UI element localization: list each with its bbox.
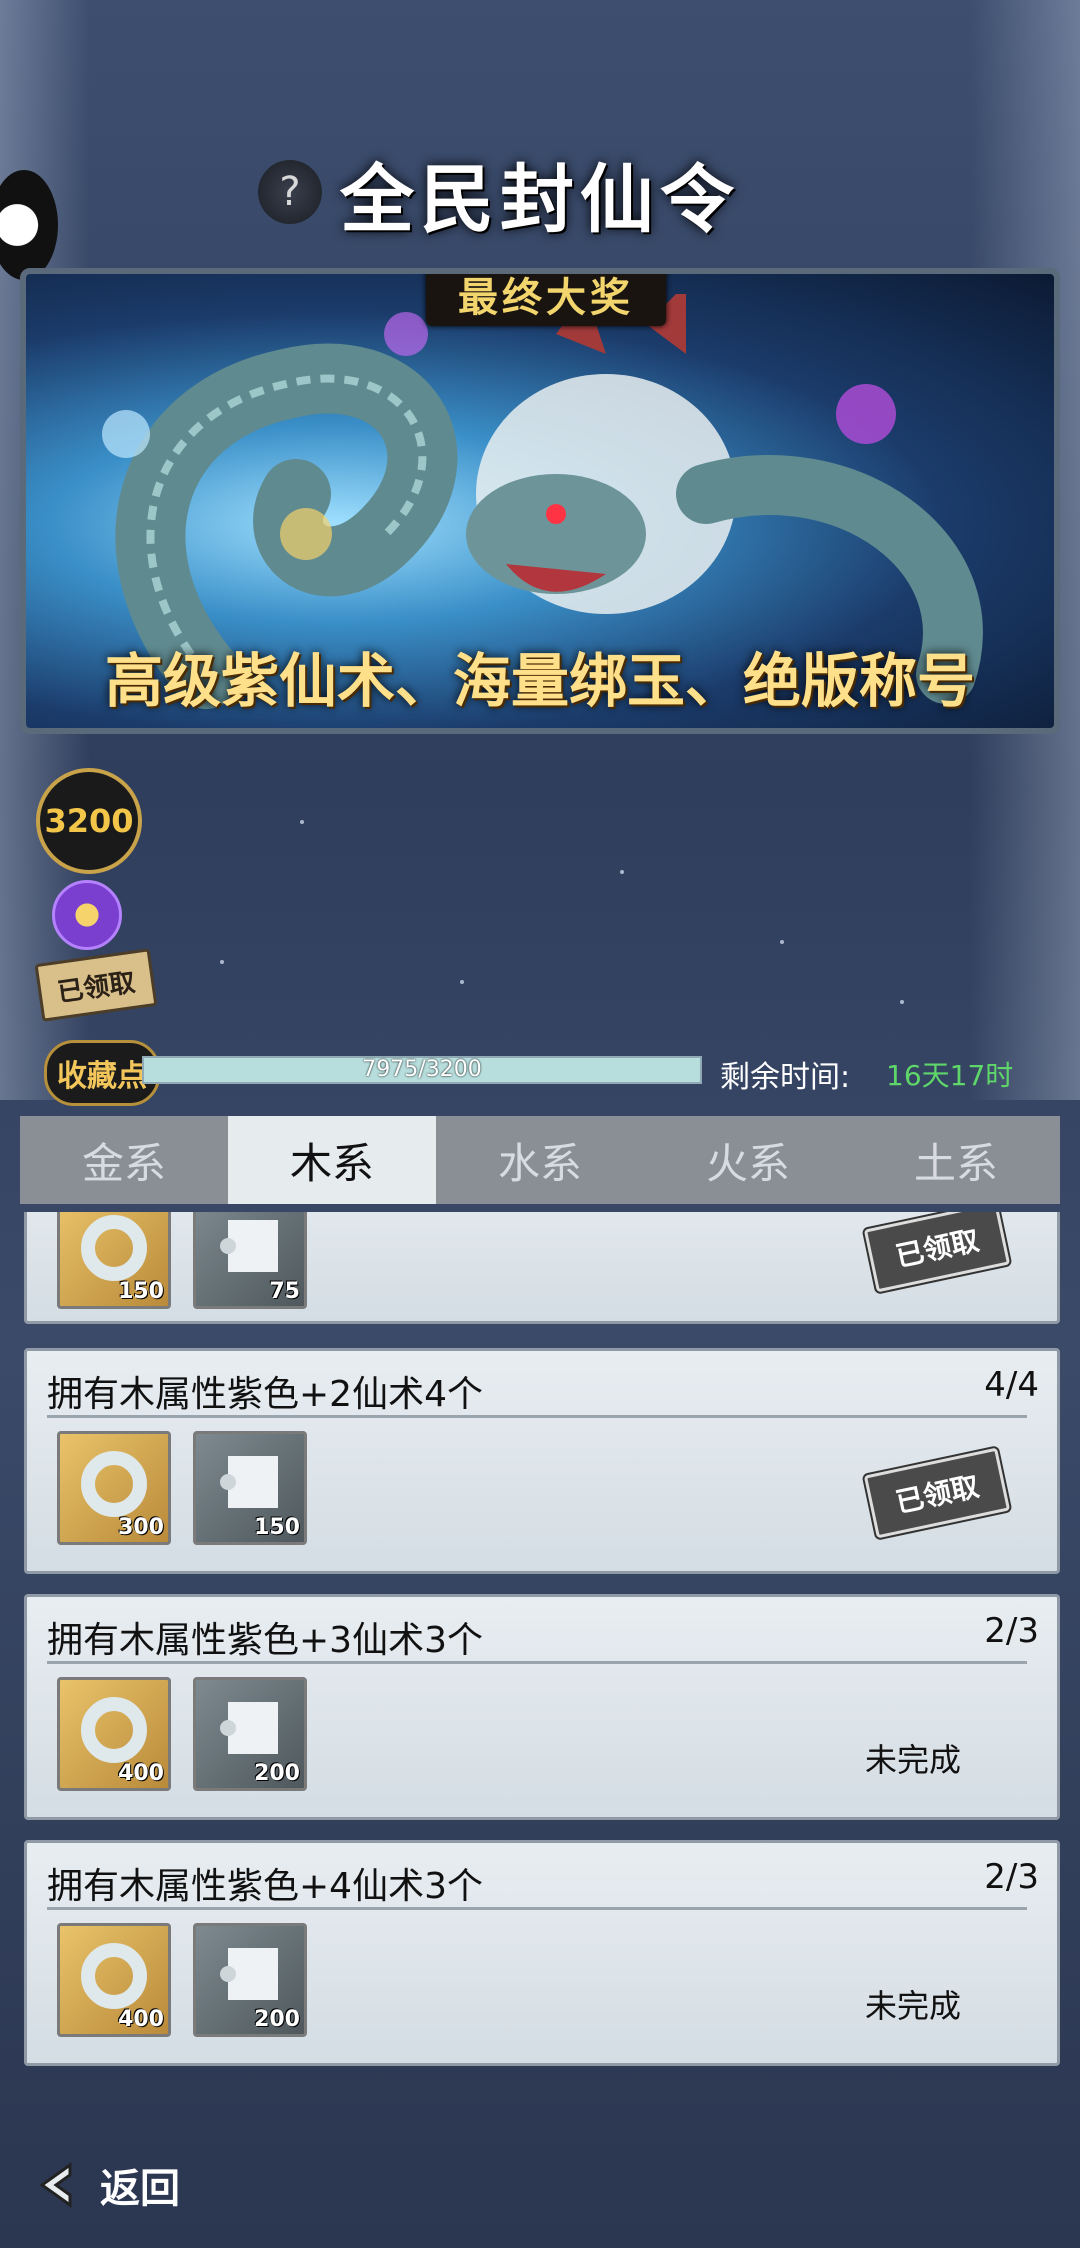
remaining-time-label: 剩余时间:	[720, 1060, 851, 1095]
item-quantity: 300	[118, 1515, 164, 1540]
tab-fire[interactable]: 火系	[644, 1116, 852, 1204]
item-quantity: 400	[118, 1761, 164, 1786]
task-status: 未完成	[864, 1987, 961, 2025]
task-title: 拥有木属性紫色+2仙术4个	[47, 1374, 483, 1415]
item-quantity: 400	[118, 2007, 164, 2032]
jade-ring-icon	[81, 1943, 147, 2009]
jade-ring-icon	[81, 1451, 147, 1517]
task-card: 150 75 已领取	[24, 1212, 1060, 1324]
task-status: 未完成	[864, 1741, 961, 1779]
item-quantity: 150	[254, 1515, 300, 1540]
item-quantity: 150	[118, 1279, 164, 1304]
task-title: 拥有木属性紫色+4仙术3个	[47, 1866, 483, 1907]
divider	[47, 1661, 1027, 1664]
star	[620, 870, 624, 874]
collect-progress-bar: 7975/3200	[142, 1056, 702, 1084]
remaining-time-value: 16天17时	[886, 1059, 1014, 1092]
star	[460, 980, 464, 984]
jade-ring-icon	[81, 1215, 147, 1281]
element-tabs: 金系 木系 水系 火系 土系	[20, 1116, 1060, 1204]
task-count: 2/3	[984, 1857, 1039, 1897]
task-card: 拥有木属性紫色+4仙术3个 2/3 400 200 未完成	[24, 1840, 1060, 2066]
item-quantity: 75	[269, 1279, 300, 1304]
scroll-item[interactable]: 75	[193, 1212, 307, 1309]
jade-ring-item[interactable]: 400	[57, 1923, 171, 2037]
back-button[interactable]: 返回	[30, 2150, 180, 2220]
jade-ring-item[interactable]: 150	[57, 1212, 171, 1309]
scroll-icon	[220, 1702, 278, 1754]
milestone-rail: 3200 已领取	[18, 760, 158, 1022]
item-quantity: 200	[254, 1761, 300, 1786]
task-count: 4/4	[984, 1365, 1039, 1405]
reward-icon[interactable]	[52, 880, 122, 950]
back-arrow-icon	[39, 2162, 72, 2208]
progress-text: 7975/3200	[362, 1057, 482, 1082]
claimed-stamp: 已领取	[861, 1212, 1013, 1296]
milestone-score: 3200	[36, 768, 142, 874]
divider	[47, 1415, 1027, 1418]
tab-earth[interactable]: 土系	[852, 1116, 1060, 1204]
scroll-icon	[220, 1220, 278, 1272]
scroll-icon	[220, 1456, 278, 1508]
jade-ring-item[interactable]: 300	[57, 1431, 171, 1545]
jade-ring-icon	[81, 1697, 147, 1763]
divider	[47, 1907, 1027, 1910]
task-card: 拥有木属性紫色+2仙术4个 4/4 300 150 已领取	[24, 1348, 1060, 1574]
star	[900, 1000, 904, 1004]
item-quantity: 200	[254, 2007, 300, 2032]
star	[300, 820, 304, 824]
jade-ring-item[interactable]: 400	[57, 1677, 171, 1791]
task-title: 拥有木属性紫色+3仙术3个	[47, 1620, 483, 1661]
scroll-icon	[220, 1948, 278, 2000]
banner-caption: 高级紫仙术、海量绑玉、绝版称号	[104, 647, 975, 715]
scroll-item[interactable]: 200	[193, 1677, 307, 1791]
tab-water[interactable]: 水系	[436, 1116, 644, 1204]
task-count: 2/3	[984, 1611, 1039, 1651]
task-card: 拥有木属性紫色+3仙术3个 2/3 400 200 未完成	[24, 1594, 1060, 1820]
star	[780, 940, 784, 944]
task-list[interactable]: 150 75 已领取 拥有木属性紫色+2仙术4个 4/4 300 150 已领取…	[20, 1212, 1060, 2092]
back-label: 返回	[100, 2165, 180, 2212]
star	[220, 960, 224, 964]
help-button[interactable]: ?	[258, 160, 322, 224]
tab-wood[interactable]: 木系	[228, 1116, 436, 1204]
grand-prize-banner: 最终大奖 高级紫仙术、海量绑玉、绝版称号	[20, 268, 1060, 734]
page-title: 全民封仙令	[340, 157, 740, 243]
grand-prize-badge: 最终大奖	[426, 274, 666, 326]
scroll-item[interactable]: 150	[193, 1431, 307, 1545]
scroll-item[interactable]: 200	[193, 1923, 307, 2037]
claimed-stamp: 已领取	[861, 1444, 1013, 1542]
tab-metal[interactable]: 金系	[20, 1116, 228, 1204]
